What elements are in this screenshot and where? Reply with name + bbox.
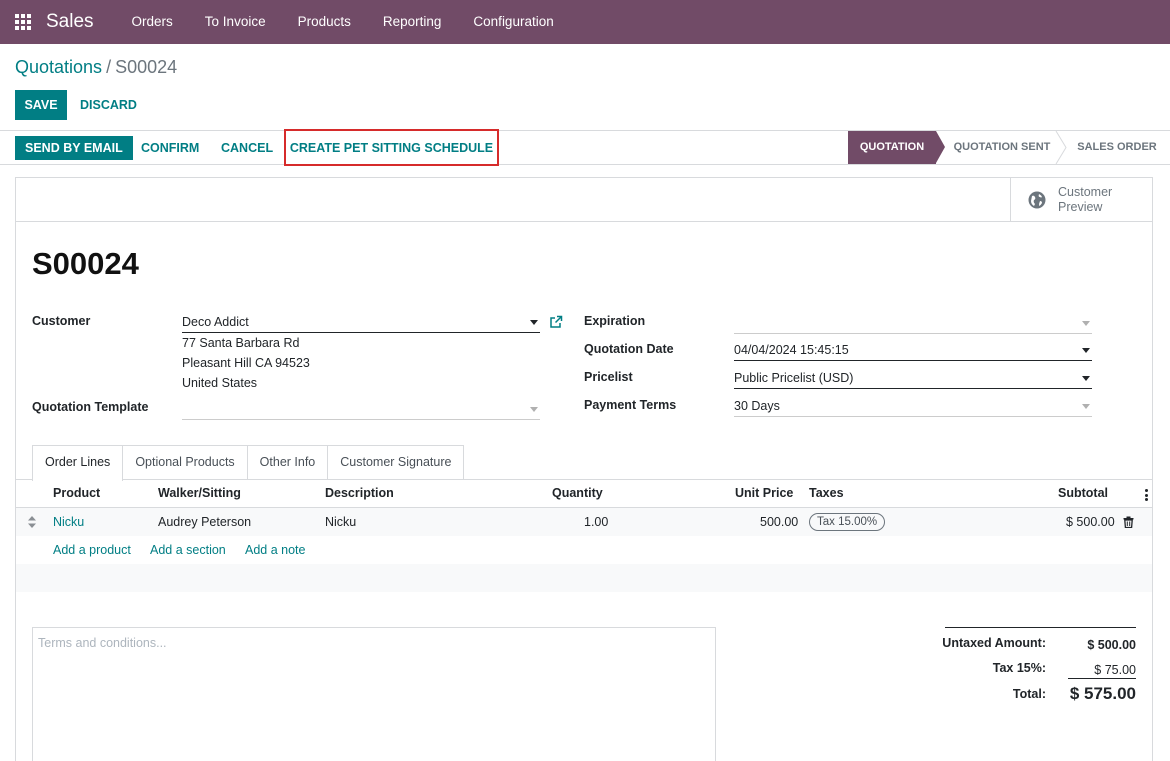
- chevron-down-icon[interactable]: [530, 407, 538, 412]
- expiration-label: Expiration: [584, 314, 646, 328]
- quotation-date-label: Quotation Date: [584, 342, 674, 356]
- row-description[interactable]: Nicku: [325, 515, 356, 529]
- top-navbar: Sales Orders To Invoice Products Reporti…: [0, 0, 1170, 44]
- expiration-field[interactable]: [734, 312, 1092, 334]
- total-value: $ 575.00: [1069, 684, 1136, 703]
- column-header-description[interactable]: Description: [325, 486, 394, 500]
- pricelist-value: Public Pricelist (USD): [734, 371, 854, 385]
- chevron-down-icon[interactable]: [1082, 404, 1090, 409]
- customer-preview-label: Customer Preview: [1058, 185, 1112, 215]
- row-unit-price[interactable]: 500.00: [760, 515, 798, 529]
- external-link-icon[interactable]: [549, 315, 563, 329]
- stage-arrow: [936, 131, 945, 163]
- nav-item-orders[interactable]: Orders: [116, 0, 189, 44]
- tab-divider: [16, 479, 1152, 480]
- create-pet-sitting-schedule-button[interactable]: CREATE PET SITTING SCHEDULE: [284, 129, 499, 166]
- customer-field[interactable]: Deco Addict: [182, 311, 540, 333]
- column-header-product[interactable]: Product: [53, 486, 100, 500]
- chevron-down-icon[interactable]: [1082, 348, 1090, 353]
- untaxed-amount-value: $ 500.00: [1087, 638, 1136, 652]
- record-title: S00024: [32, 246, 139, 281]
- stage-quotation-sent[interactable]: QUOTATION SENT: [946, 131, 1058, 164]
- customer-address-line2: Pleasant Hill CA 94523: [182, 356, 310, 370]
- column-header-quantity[interactable]: Quantity: [552, 486, 603, 500]
- totals-top-divider: [945, 627, 1136, 628]
- tab-optional-products[interactable]: Optional Products: [122, 445, 248, 480]
- quotation-date-field[interactable]: 04/04/2024 15:45:15: [734, 339, 1092, 361]
- nav-item-reporting[interactable]: Reporting: [367, 0, 458, 44]
- globe-icon: [1028, 191, 1046, 208]
- form-sheet: Customer Preview S00024 Customer Deco Ad…: [15, 177, 1153, 761]
- column-header-taxes[interactable]: Taxes: [809, 486, 844, 500]
- untaxed-amount-label: Untaxed Amount:: [942, 636, 1046, 650]
- button-box: Customer Preview: [16, 178, 1152, 222]
- discard-button[interactable]: DISCARD: [80, 90, 137, 120]
- app-brand[interactable]: Sales: [46, 11, 94, 33]
- status-bar: SEND BY EMAIL CONFIRM CANCEL CREATE PET …: [0, 129, 1170, 166]
- nav-item-products[interactable]: Products: [282, 0, 367, 44]
- total-label: Total:: [1012, 687, 1046, 701]
- save-button[interactable]: SAVE: [15, 90, 67, 120]
- quotation-date-value: 04/04/2024 15:45:15: [734, 343, 849, 357]
- breadcrumb-quotations-link[interactable]: Quotations: [15, 57, 102, 77]
- customer-preview-line2: Preview: [1058, 199, 1103, 214]
- quotation-template-field[interactable]: [182, 398, 540, 420]
- chevron-down-icon[interactable]: [1082, 376, 1090, 381]
- nav-item-configuration[interactable]: Configuration: [457, 0, 569, 44]
- pricelist-field[interactable]: Public Pricelist (USD): [734, 367, 1092, 389]
- breadcrumb: Quotations / S00024: [15, 57, 177, 78]
- add-section-link[interactable]: Add a section: [150, 543, 226, 557]
- row-tax-badge[interactable]: Tax 15.00%: [809, 513, 886, 531]
- total-divider: [1068, 678, 1136, 679]
- customer-label: Customer: [32, 314, 91, 328]
- chevron-down-icon[interactable]: [1082, 321, 1090, 326]
- add-note-link[interactable]: Add a note: [245, 543, 305, 557]
- notebook-tabs: Order Lines Optional Products Other Info…: [32, 445, 465, 481]
- confirm-button[interactable]: CONFIRM: [141, 136, 199, 160]
- row-product[interactable]: Nicku: [53, 515, 84, 529]
- breadcrumb-separator: /: [106, 57, 112, 77]
- tax-value: $ 75.00: [1094, 663, 1136, 677]
- terms-placeholder: Terms and conditions...: [38, 636, 167, 650]
- customer-preview-button[interactable]: Customer Preview: [1010, 178, 1152, 221]
- chevron-down-icon[interactable]: [530, 320, 538, 325]
- row-quantity[interactable]: 1.00: [584, 515, 608, 529]
- drag-handle-icon[interactable]: [28, 516, 36, 528]
- pricelist-label: Pricelist: [584, 370, 633, 384]
- customer-address-line1: 77 Santa Barbara Rd: [182, 336, 300, 350]
- payment-terms-field[interactable]: 30 Days: [734, 395, 1092, 417]
- stage-divider: [1055, 131, 1067, 164]
- tab-order-lines[interactable]: Order Lines: [32, 445, 124, 481]
- tax-label: Tax 15%:: [992, 661, 1046, 675]
- trash-icon[interactable]: [1123, 516, 1134, 528]
- optional-columns-icon[interactable]: [1145, 489, 1148, 503]
- quotation-template-label: Quotation Template: [32, 400, 149, 414]
- row-walker[interactable]: Audrey Peterson: [158, 515, 251, 529]
- stage-quotation[interactable]: QUOTATION: [848, 131, 936, 164]
- add-product-link[interactable]: Add a product: [53, 543, 131, 557]
- payment-terms-value: 30 Days: [734, 399, 780, 413]
- cancel-button[interactable]: CANCEL: [221, 136, 273, 160]
- send-by-email-button[interactable]: SEND BY EMAIL: [15, 136, 133, 160]
- column-header-walker[interactable]: Walker/Sitting: [158, 486, 241, 500]
- column-header-unit-price[interactable]: Unit Price: [735, 486, 793, 500]
- app-menu-icon[interactable]: [0, 0, 46, 44]
- customer-preview-line1: Customer: [1058, 184, 1113, 199]
- stage-sales-order[interactable]: SALES ORDER: [1068, 131, 1166, 164]
- customer-field-value: Deco Addict: [182, 315, 249, 329]
- payment-terms-label: Payment Terms: [584, 398, 677, 412]
- customer-address-line3: United States: [182, 376, 258, 390]
- nav-item-to-invoice[interactable]: To Invoice: [189, 0, 282, 44]
- breadcrumb-current: S00024: [115, 57, 178, 77]
- terms-and-conditions-field[interactable]: Terms and conditions...: [32, 627, 716, 761]
- row-subtotal: $ 500.00: [1066, 515, 1115, 529]
- tab-customer-signature[interactable]: Customer Signature: [327, 445, 465, 480]
- tab-other-info[interactable]: Other Info: [246, 445, 329, 480]
- column-header-subtotal[interactable]: Subtotal: [1058, 486, 1108, 500]
- empty-table-row: [16, 564, 1152, 592]
